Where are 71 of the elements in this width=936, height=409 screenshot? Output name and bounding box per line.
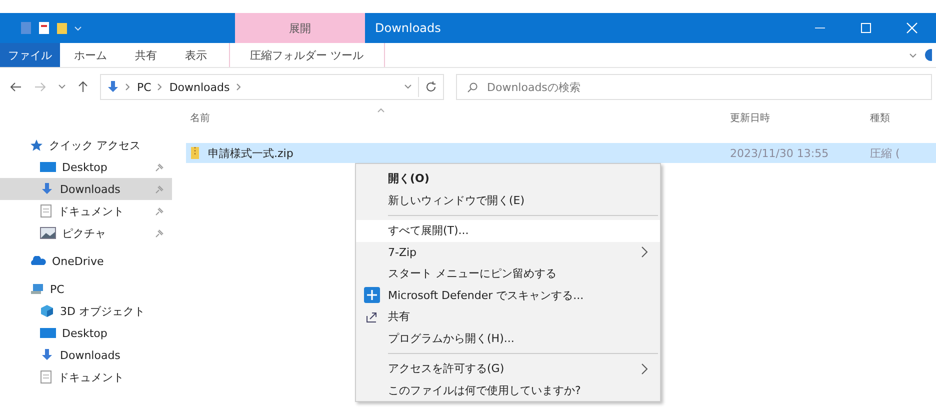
caret-icon[interactable] xyxy=(404,83,412,91)
pin-icon[interactable] xyxy=(155,228,164,238)
column-header[interactable]: 種類 xyxy=(870,111,936,125)
file-row[interactable]: 申請様式一式.zip 2023/11/30 13:55 圧縮 ( xyxy=(186,143,936,163)
up-arrow-icon[interactable] xyxy=(78,81,88,93)
context-tab-header: 展開 xyxy=(235,13,365,43)
desktop-icon xyxy=(40,327,56,339)
pin-icon[interactable] xyxy=(155,184,164,194)
document-icon xyxy=(40,370,52,384)
sidebar-item[interactable]: Desktop xyxy=(0,322,172,344)
desktop-icon xyxy=(40,161,56,173)
pin-icon[interactable] xyxy=(155,162,164,172)
menu-item[interactable]: スタート メニューにピン留めする xyxy=(356,263,660,284)
menu-item[interactable]: Microsoft Defender でスキャンする... xyxy=(356,284,660,306)
document-icon xyxy=(40,204,52,218)
address-bar[interactable]: PC Downloads xyxy=(100,74,444,100)
sort-caret-icon xyxy=(377,108,385,113)
picture-icon xyxy=(40,227,56,239)
sidebar-item[interactable]: Downloads xyxy=(0,344,172,366)
menu-item[interactable]: すべて展開(T)... xyxy=(356,220,660,242)
menu-item[interactable]: アクセスを許可する(G) xyxy=(356,358,660,380)
star-icon xyxy=(30,138,43,152)
menu-item[interactable]: 共有 xyxy=(356,306,660,328)
chevron-right-icon[interactable] xyxy=(157,83,164,91)
folder-icon[interactable] xyxy=(56,21,68,35)
maximize-icon[interactable] xyxy=(860,22,872,34)
menu-item[interactable]: プログラムから開く(H)... xyxy=(356,328,660,349)
table-cell-text: 圧縮 ( xyxy=(870,146,901,160)
computer-icon xyxy=(30,283,44,295)
menu-item[interactable]: 新しいウィンドウで開く(E) xyxy=(356,190,660,211)
download-icon xyxy=(107,80,119,94)
chevron-right-icon xyxy=(641,362,648,375)
ribbon-tab[interactable]: 圧縮フォルダー ツール xyxy=(229,43,384,67)
close-icon[interactable] xyxy=(906,22,918,34)
pin-icon[interactable] xyxy=(155,206,164,216)
chevron-right-icon[interactable] xyxy=(125,83,131,91)
menu-item[interactable]: 開く(O) xyxy=(356,168,660,190)
sidebar-item[interactable]: Downloads xyxy=(0,178,172,200)
search-field[interactable]: Downloadsの検索 xyxy=(456,74,932,100)
ribbon-tab[interactable]: ファイル xyxy=(0,43,60,67)
breadcrumb[interactable]: PC xyxy=(137,80,152,94)
caret-icon[interactable] xyxy=(58,83,66,91)
download-icon xyxy=(40,182,54,196)
forward-arrow-icon[interactable] xyxy=(34,82,46,92)
sidebar-item[interactable]: クイック アクセス xyxy=(0,134,172,156)
column-header[interactable]: 更新日時 xyxy=(730,111,870,125)
sidebar-item[interactable]: PC xyxy=(0,278,172,300)
cube-icon xyxy=(40,304,54,318)
table-cell-text: 2023/11/30 13:55 xyxy=(730,146,830,160)
sidebar-item[interactable]: OneDrive xyxy=(0,250,172,272)
chevron-right-icon[interactable] xyxy=(236,83,242,91)
refresh-icon[interactable] xyxy=(425,81,437,93)
column-header[interactable]: 名前 xyxy=(172,111,730,125)
share-icon xyxy=(365,310,379,324)
chevron-right-icon xyxy=(641,246,648,258)
sidebar-item[interactable]: ピクチャ xyxy=(0,222,172,244)
menu-item[interactable]: 7-Zip xyxy=(356,242,660,263)
file-name: 申請様式一式.zip xyxy=(208,146,294,160)
download-icon xyxy=(40,348,54,362)
shield-icon xyxy=(364,287,380,304)
sidebar-item[interactable]: ドキュメント xyxy=(0,200,172,222)
window-title: Downloads xyxy=(374,20,441,37)
breadcrumb[interactable]: Downloads xyxy=(169,80,230,94)
search-icon xyxy=(467,82,478,93)
cloud-icon xyxy=(30,256,46,266)
menu-item[interactable]: このファイルは何で使用していますか? xyxy=(356,380,660,401)
back-arrow-icon[interactable] xyxy=(10,82,22,92)
sidebar-item[interactable]: 3D オブジェクト xyxy=(0,300,172,322)
zip-folder-icon xyxy=(190,146,200,160)
sidebar-item[interactable]: ドキュメント xyxy=(0,366,172,388)
sidebar-item[interactable]: Desktop xyxy=(0,156,172,178)
